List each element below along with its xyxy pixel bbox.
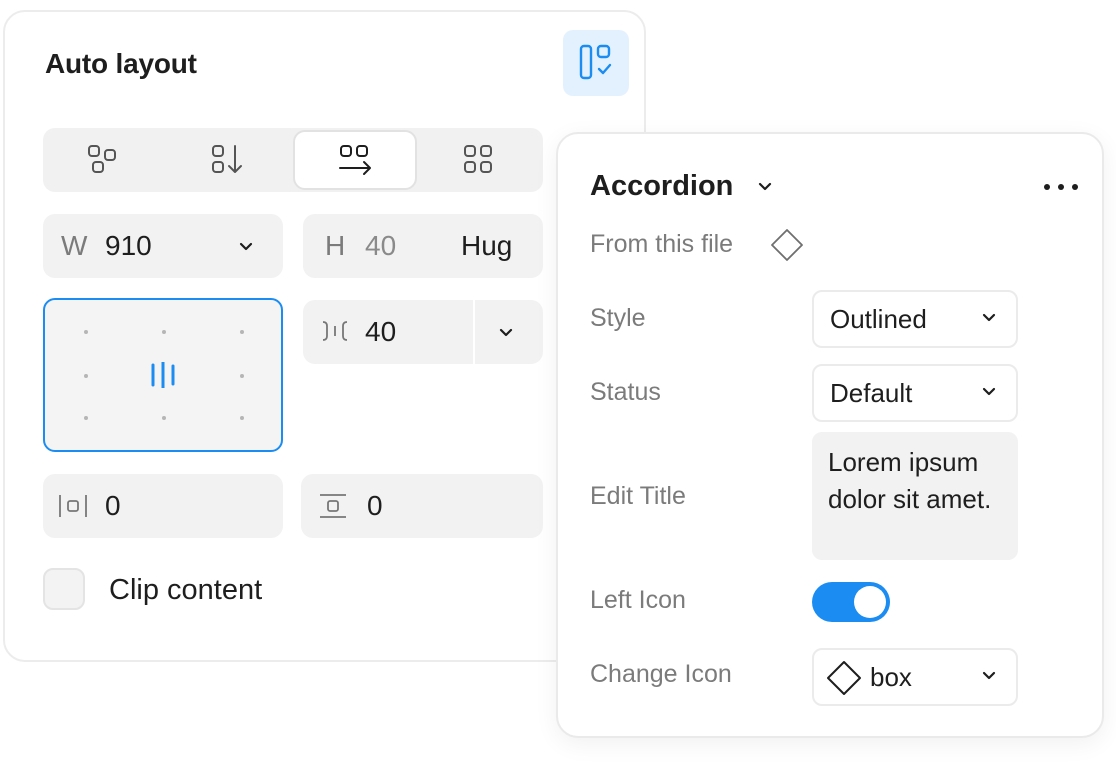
chevron-down-icon bbox=[982, 313, 996, 322]
height-label: H bbox=[325, 230, 346, 261]
horizontal-padding-field[interactable]: 0 bbox=[43, 474, 283, 538]
vertical-padding-value: 0 bbox=[367, 490, 383, 521]
auto-layout-panel: Auto layout W 910 H 40 Hug 40 0 0 Clip c… bbox=[3, 10, 646, 662]
panel-title: Auto layout bbox=[45, 48, 197, 79]
component-diamond-icon[interactable] bbox=[770, 228, 804, 262]
chevron-down-icon[interactable] bbox=[239, 242, 253, 252]
chevron-down-icon bbox=[982, 387, 996, 396]
style-value: Outlined bbox=[830, 304, 927, 334]
vertical-padding-field[interactable]: 0 bbox=[301, 474, 543, 538]
field-divider bbox=[473, 300, 475, 364]
edit-title-label: Edit Title bbox=[590, 482, 686, 510]
vertical-padding-icon bbox=[320, 494, 346, 518]
gap-value: 40 bbox=[365, 316, 397, 347]
width-label: W bbox=[61, 230, 88, 261]
style-select[interactable]: Outlined bbox=[812, 290, 1018, 348]
change-icon-label: Change Icon bbox=[590, 660, 732, 688]
clip-content-label: Clip content bbox=[109, 574, 263, 606]
style-label: Style bbox=[590, 304, 646, 332]
direction-vertical-button[interactable] bbox=[167, 128, 291, 192]
gap-field[interactable]: 40 bbox=[303, 300, 543, 364]
align-bottom-center[interactable] bbox=[162, 416, 166, 420]
width-value: 910 bbox=[105, 230, 152, 261]
auto-layout-icon bbox=[579, 44, 612, 80]
gap-icon bbox=[322, 321, 348, 341]
width-field[interactable]: W 910 bbox=[43, 214, 283, 278]
horizontal-padding-value: 0 bbox=[105, 490, 121, 521]
horizontal-padding-icon bbox=[59, 495, 87, 517]
status-select[interactable]: Default bbox=[812, 364, 1018, 422]
align-top-left[interactable] bbox=[84, 330, 88, 334]
layout-direction-selector bbox=[43, 128, 543, 192]
chevron-down-icon[interactable] bbox=[499, 328, 513, 338]
left-icon-label: Left Icon bbox=[590, 586, 686, 614]
layout-toggle-button[interactable] bbox=[563, 30, 629, 96]
component-properties-panel: Accordion From this file Style Outlined … bbox=[556, 132, 1104, 738]
direction-free-button[interactable] bbox=[43, 128, 167, 192]
align-top-center[interactable] bbox=[162, 330, 166, 334]
align-middle-left[interactable] bbox=[84, 374, 88, 378]
toggle-knob bbox=[854, 586, 886, 618]
box-icon bbox=[827, 661, 861, 695]
alignment-grid[interactable] bbox=[43, 298, 283, 452]
height-field[interactable]: H 40 Hug bbox=[303, 214, 543, 278]
vertical-layout-icon bbox=[212, 145, 242, 173]
chevron-down-icon[interactable] bbox=[758, 182, 772, 192]
align-middle-right[interactable] bbox=[240, 374, 244, 378]
height-mode: Hug bbox=[461, 230, 513, 261]
align-center-icon[interactable] bbox=[148, 362, 180, 388]
status-label: Status bbox=[590, 378, 661, 406]
align-top-right[interactable] bbox=[240, 330, 244, 334]
horizontal-layout-icon bbox=[339, 145, 371, 175]
left-icon-toggle[interactable] bbox=[812, 582, 890, 622]
edit-title-input[interactable]: Lorem ipsum dolor sit amet. bbox=[812, 432, 1018, 560]
chevron-down-icon bbox=[982, 671, 996, 680]
direction-horizontal-button[interactable] bbox=[293, 130, 417, 190]
align-bottom-right[interactable] bbox=[240, 416, 244, 420]
component-source: From this file bbox=[590, 230, 734, 258]
status-value: Default bbox=[830, 378, 913, 408]
change-icon-value: box bbox=[870, 662, 912, 692]
free-layout-icon bbox=[88, 145, 116, 173]
align-bottom-left[interactable] bbox=[84, 416, 88, 420]
change-icon-select[interactable]: box bbox=[812, 648, 1018, 706]
height-value: 40 bbox=[365, 230, 397, 261]
grid-layout-icon bbox=[464, 145, 492, 173]
component-name[interactable]: Accordion bbox=[590, 170, 733, 203]
clip-content-checkbox[interactable] bbox=[43, 568, 85, 610]
direction-grid-button[interactable] bbox=[419, 128, 543, 192]
more-options-icon[interactable] bbox=[1042, 180, 1082, 194]
